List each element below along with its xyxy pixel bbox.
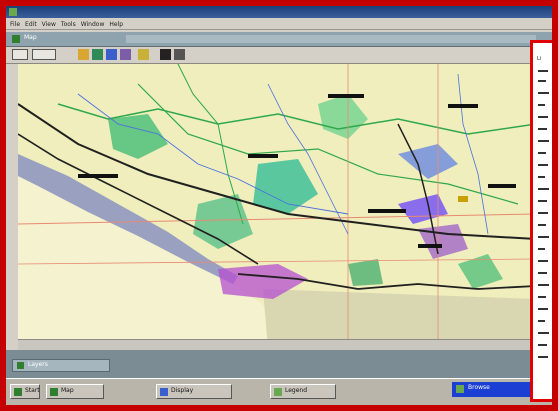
route-icon[interactable] [120,49,131,60]
lower-tab[interactable]: Layers [12,359,110,372]
start-icon [14,388,22,396]
legend-entry [538,332,549,334]
taskbar-button-display[interactable]: Display [156,384,232,399]
print-icon[interactable] [138,49,149,60]
start-button[interactable]: Start [10,384,40,399]
taskbar-button-map[interactable]: Map [46,384,104,399]
menu-tools[interactable]: Tools [61,20,76,29]
legend-entry [538,92,549,94]
map-canvas[interactable] [18,64,536,349]
lower-tab-label: Layers [28,361,48,368]
legend-entry [538,344,547,346]
menu-file[interactable]: File [10,20,20,29]
legend-entry [538,356,548,358]
grid-icon[interactable] [106,49,117,60]
tray-button[interactable]: Browse [452,382,542,397]
tray-icon [456,385,464,393]
layers-icon [17,362,24,369]
legend-entry [538,308,548,310]
legend-entry [538,188,549,190]
taskbar-button-legend[interactable]: Legend [270,384,336,399]
document-tab[interactable]: Map [24,34,37,41]
legend-entry [538,104,545,106]
legend-entry [538,260,548,262]
legend-entry [538,320,545,322]
legend-entry [538,284,549,286]
taskbar-button-label: Display [171,387,194,394]
legend-entry [538,224,546,226]
menu-help[interactable]: Help [109,20,123,29]
title-bar[interactable] [6,6,552,18]
taskbar-button-label: Map [61,387,74,394]
map-toolbar [6,47,536,64]
tray-label: Browse [468,384,490,391]
legend-entry [538,200,547,202]
map-graphic [18,64,536,349]
legend-entry [538,164,548,166]
legend-entry [538,70,548,72]
legend-icon[interactable] [160,49,171,60]
menu-bar: File Edit View Tools Window Help [6,19,552,30]
display-icon [160,388,168,396]
tab-strip [126,35,536,43]
globe-icon[interactable] [92,49,103,60]
menu-window[interactable]: Window [81,20,105,29]
legend-entry [538,140,549,142]
legend-entry [538,80,546,82]
legend-entry [538,176,545,178]
legend-entry [538,212,548,214]
menu-edit[interactable]: Edit [25,20,37,29]
start-label: Start [25,387,40,394]
zoom-icon[interactable] [32,49,56,60]
legend-entry [538,272,547,274]
document-tab-bar: Map [6,32,552,47]
legend-entry [538,116,548,118]
legend-entry [538,152,546,154]
layers-toggle-icon[interactable] [174,49,185,60]
menu-view[interactable]: View [42,20,56,29]
legend-entry [538,236,549,238]
document-icon [12,35,20,43]
map-icon [50,388,58,396]
layer-icon[interactable] [78,49,89,60]
application-window: File Edit View Tools Window Help Map Lay… [6,6,552,405]
app-icon [9,8,17,16]
legend-panel[interactable]: Li [534,44,552,399]
legend-icon [274,388,282,396]
legend-panel-header: Li [537,56,542,62]
pointer-icon[interactable] [12,49,28,60]
taskbar-button-label: Legend [285,387,308,394]
map-status-bar [18,339,536,350]
legend-entry [538,248,545,250]
legend-entry [538,128,547,130]
legend-entry [538,296,546,298]
